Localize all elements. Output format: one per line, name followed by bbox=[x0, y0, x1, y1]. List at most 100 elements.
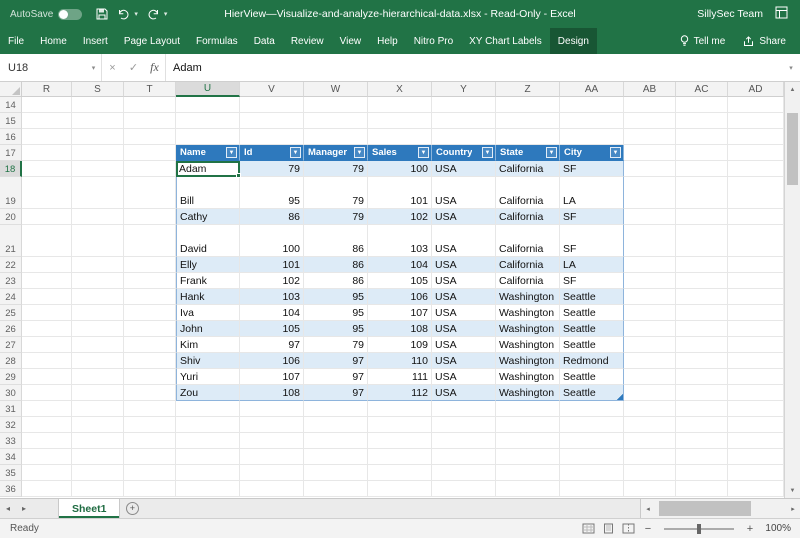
cell-R32[interactable] bbox=[22, 417, 72, 433]
cell-Z30[interactable]: Washington bbox=[496, 385, 560, 401]
row-header-15[interactable]: 15 bbox=[0, 113, 22, 129]
table-resize-handle[interactable] bbox=[616, 393, 623, 400]
cell-AD26[interactable] bbox=[728, 321, 784, 337]
cell-X16[interactable] bbox=[368, 129, 432, 145]
cell-AC28[interactable] bbox=[676, 353, 728, 369]
name-box-dropdown-icon[interactable]: ▾ bbox=[86, 54, 102, 81]
vertical-scroll-track[interactable] bbox=[785, 97, 800, 483]
cell-W22[interactable]: 86 bbox=[304, 257, 368, 273]
cell-X19[interactable]: 101 bbox=[368, 177, 432, 209]
cell-AC32[interactable] bbox=[676, 417, 728, 433]
cell-Z18[interactable]: California bbox=[496, 161, 560, 177]
formula-bar-expand-icon[interactable]: ▾ bbox=[782, 54, 800, 81]
ribbon-tab-file[interactable]: File bbox=[0, 28, 32, 54]
cell-AD31[interactable] bbox=[728, 401, 784, 417]
cell-R17[interactable] bbox=[22, 145, 72, 161]
cell-U27[interactable]: Kim bbox=[176, 337, 240, 353]
cell-AD18[interactable] bbox=[728, 161, 784, 177]
cell-Y19[interactable]: USA bbox=[432, 177, 496, 209]
cell-AB29[interactable] bbox=[624, 369, 676, 385]
select-all-corner[interactable] bbox=[0, 82, 22, 97]
row-header-25[interactable]: 25 bbox=[0, 305, 22, 321]
cell-V31[interactable] bbox=[240, 401, 304, 417]
cell-AD32[interactable] bbox=[728, 417, 784, 433]
cell-U31[interactable] bbox=[176, 401, 240, 417]
sheet-tab-sheet1[interactable]: Sheet1 bbox=[58, 499, 120, 518]
row-header-14[interactable]: 14 bbox=[0, 97, 22, 113]
account-user-name[interactable]: SillySec Team bbox=[697, 8, 763, 20]
cell-R33[interactable] bbox=[22, 433, 72, 449]
cell-AA18[interactable]: SF bbox=[560, 161, 624, 177]
cell-R34[interactable] bbox=[22, 449, 72, 465]
cell-AB34[interactable] bbox=[624, 449, 676, 465]
ribbon-tab-data[interactable]: Data bbox=[246, 28, 283, 54]
cell-W28[interactable]: 97 bbox=[304, 353, 368, 369]
cell-S22[interactable] bbox=[72, 257, 124, 273]
cell-V32[interactable] bbox=[240, 417, 304, 433]
cell-AC30[interactable] bbox=[676, 385, 728, 401]
cell-Y15[interactable] bbox=[432, 113, 496, 129]
cell-U14[interactable] bbox=[176, 97, 240, 113]
cell-AA35[interactable] bbox=[560, 465, 624, 481]
filter-button-state[interactable]: ▼ bbox=[546, 147, 557, 158]
cell-V35[interactable] bbox=[240, 465, 304, 481]
cell-Z36[interactable] bbox=[496, 481, 560, 497]
cell-S18[interactable] bbox=[72, 161, 124, 177]
cell-R14[interactable] bbox=[22, 97, 72, 113]
cell-X27[interactable]: 109 bbox=[368, 337, 432, 353]
cell-U15[interactable] bbox=[176, 113, 240, 129]
cell-S32[interactable] bbox=[72, 417, 124, 433]
cell-S36[interactable] bbox=[72, 481, 124, 497]
cell-V27[interactable]: 97 bbox=[240, 337, 304, 353]
row-header-16[interactable]: 16 bbox=[0, 129, 22, 145]
cell-Z14[interactable] bbox=[496, 97, 560, 113]
cell-X14[interactable] bbox=[368, 97, 432, 113]
cell-S16[interactable] bbox=[72, 129, 124, 145]
cell-Y22[interactable]: USA bbox=[432, 257, 496, 273]
row-header-23[interactable]: 23 bbox=[0, 273, 22, 289]
column-header-AB[interactable]: AB bbox=[624, 82, 676, 97]
cell-U35[interactable] bbox=[176, 465, 240, 481]
cell-AC22[interactable] bbox=[676, 257, 728, 273]
cell-S19[interactable] bbox=[72, 177, 124, 209]
cell-T35[interactable] bbox=[124, 465, 176, 481]
row-header-26[interactable]: 26 bbox=[0, 321, 22, 337]
cell-AB19[interactable] bbox=[624, 177, 676, 209]
cell-V16[interactable] bbox=[240, 129, 304, 145]
cell-AA34[interactable] bbox=[560, 449, 624, 465]
cell-Y20[interactable]: USA bbox=[432, 209, 496, 225]
cell-AA25[interactable]: Seattle bbox=[560, 305, 624, 321]
column-header-S[interactable]: S bbox=[72, 82, 124, 97]
cell-AD24[interactable] bbox=[728, 289, 784, 305]
cell-X22[interactable]: 104 bbox=[368, 257, 432, 273]
cell-AC33[interactable] bbox=[676, 433, 728, 449]
cell-V14[interactable] bbox=[240, 97, 304, 113]
cell-AB33[interactable] bbox=[624, 433, 676, 449]
cell-W29[interactable]: 97 bbox=[304, 369, 368, 385]
cell-V30[interactable]: 108 bbox=[240, 385, 304, 401]
cell-AB35[interactable] bbox=[624, 465, 676, 481]
cell-V36[interactable] bbox=[240, 481, 304, 497]
cell-W35[interactable] bbox=[304, 465, 368, 481]
cell-S30[interactable] bbox=[72, 385, 124, 401]
cell-T32[interactable] bbox=[124, 417, 176, 433]
cell-AC36[interactable] bbox=[676, 481, 728, 497]
cell-AA22[interactable]: LA bbox=[560, 257, 624, 273]
column-header-X[interactable]: X bbox=[368, 82, 432, 97]
cell-U26[interactable]: John bbox=[176, 321, 240, 337]
row-header-22[interactable]: 22 bbox=[0, 257, 22, 273]
cell-Z32[interactable] bbox=[496, 417, 560, 433]
cell-V25[interactable]: 104 bbox=[240, 305, 304, 321]
cell-AD14[interactable] bbox=[728, 97, 784, 113]
cell-R19[interactable] bbox=[22, 177, 72, 209]
cell-AC35[interactable] bbox=[676, 465, 728, 481]
cell-R27[interactable] bbox=[22, 337, 72, 353]
cell-AC34[interactable] bbox=[676, 449, 728, 465]
cell-AA15[interactable] bbox=[560, 113, 624, 129]
column-header-Y[interactable]: Y bbox=[432, 82, 496, 97]
horizontal-scroll-thumb[interactable] bbox=[659, 501, 751, 516]
cell-T25[interactable] bbox=[124, 305, 176, 321]
cell-T18[interactable] bbox=[124, 161, 176, 177]
cell-W14[interactable] bbox=[304, 97, 368, 113]
cell-R16[interactable] bbox=[22, 129, 72, 145]
